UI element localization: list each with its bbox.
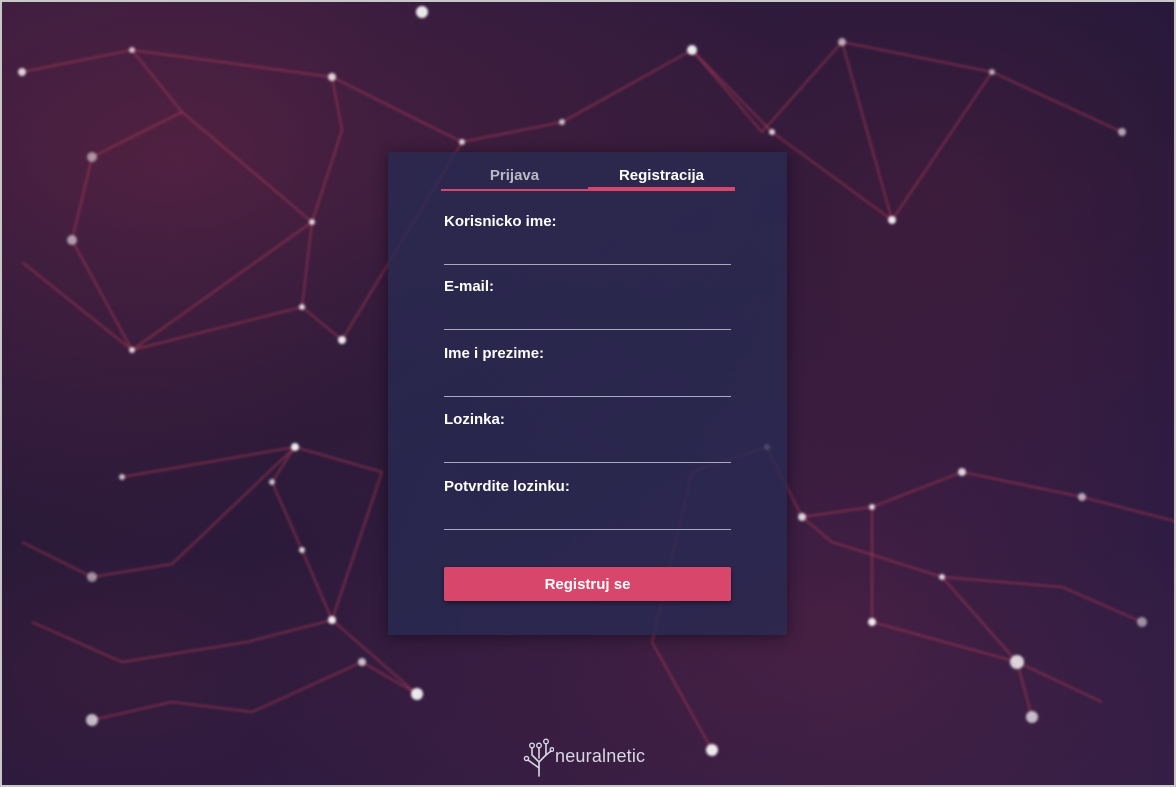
password-input[interactable] (444, 436, 731, 463)
tab-login[interactable]: Prijava (441, 164, 588, 191)
confirm-password-label: Potvrdite lozinku: (444, 478, 570, 495)
password-label: Lozinka: (444, 411, 505, 428)
email-label: E-mail: (444, 278, 495, 295)
tab-register[interactable]: Registracija (588, 164, 735, 191)
username-label: Korisnicko ime: (444, 213, 557, 230)
circuit-tree-icon (523, 738, 554, 777)
brand-name: neuralnetic (555, 745, 646, 766)
fullname-input[interactable] (444, 370, 731, 397)
username-field-group: Korisnicko ime: (444, 213, 731, 265)
registration-card: Prijava Registracija Korisnicko ime: E-m… (388, 152, 787, 635)
fullname-field-group: Ime i prezime: (444, 345, 731, 397)
confirm-password-field-group: Potvrdite lozinku: (444, 478, 731, 530)
fullname-label: Ime i prezime: (444, 345, 545, 362)
email-input[interactable] (444, 303, 731, 330)
confirm-password-input[interactable] (444, 503, 731, 530)
email-field-group: E-mail: (444, 278, 731, 330)
register-button[interactable]: Registruj se (444, 567, 731, 601)
auth-tabs: Prijava Registracija (441, 164, 735, 192)
password-field-group: Lozinka: (444, 411, 731, 463)
brand-logo: neuralnetic (522, 734, 645, 778)
username-input[interactable] (444, 238, 731, 265)
